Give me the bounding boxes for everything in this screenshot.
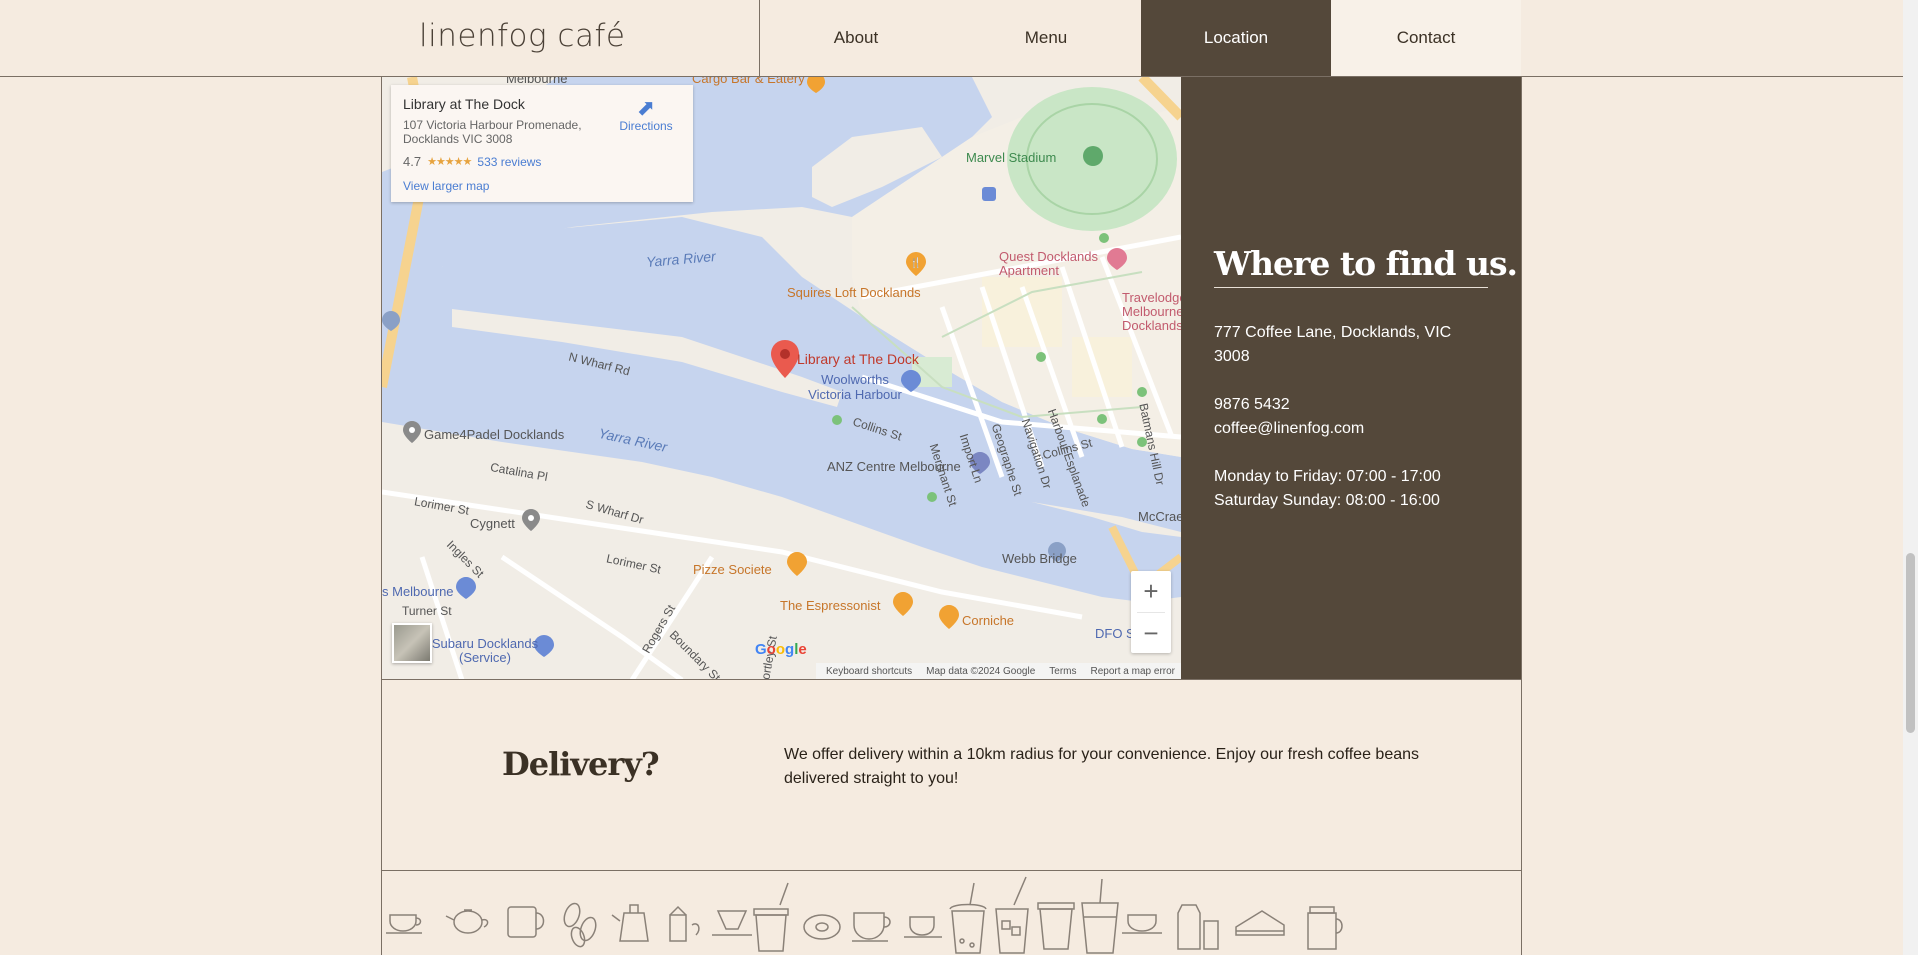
map-label-melbourne-bottom: s Melbourne [382,584,454,599]
nav-contact[interactable]: Contact [1331,0,1521,76]
svg-text:🍴: 🍴 [910,256,922,269]
main-nav: About Menu Location Contact [761,0,1521,76]
place-address: 107 Victoria Harbour Promenade, Dockland… [403,118,582,146]
iced-drink-icon [995,876,1029,954]
map-label-quest: Quest Docklands Apartment [999,249,1098,278]
satellite-toggle[interactable] [392,623,432,663]
teapot-icon [445,909,489,934]
hours-weekend: Saturday Sunday: 08:00 - 16:00 [1214,492,1440,509]
icons-divider [381,870,1522,871]
hours-weekday: Monday to Friday: 07:00 - 17:00 [1214,468,1441,485]
site-header: linenfog café About Menu Location Contac… [381,0,1522,77]
location-title: Where to find us. [1214,244,1518,283]
takeaway-cup-icon [753,882,789,952]
terms-link[interactable]: Terms [1049,666,1076,677]
zoom-in-button[interactable]: + [1131,571,1171,612]
section-divider [381,679,1522,680]
map-label-squires: Squires Loft Docklands [787,285,921,300]
rating-value: 4.7 [403,154,422,169]
map-label-marvel: Marvel Stadium [966,150,1057,165]
keyboard-shortcuts-link[interactable]: Keyboard shortcuts [826,666,912,677]
kettle-icon [611,904,649,942]
directions-button[interactable]: ⬈ Directions [616,95,676,134]
site-logo[interactable]: linenfog café [419,18,625,54]
map-attribution: Keyboard shortcuts Map data ©2024 Google… [815,663,1181,680]
zoom-control: + − [1131,571,1171,653]
map-label-pizze: Pizze Societe [693,562,772,577]
directions-icon: ⬈ [636,95,656,120]
pour-over-icon [712,910,752,936]
location-phone[interactable]: 9876 5432 [1214,393,1484,417]
delivery-text: We offer delivery within a 10km radius f… [784,746,1420,787]
tall-cup-icon [1081,878,1119,954]
bubble-tea-icon [949,882,987,954]
coffee-beans-icon [563,902,597,948]
map-label-dfo: DFO S [1095,626,1135,641]
nav-menu[interactable]: Menu [951,0,1141,76]
map-label-cargo-bar: Cargo Bar & Eatery [692,77,805,86]
place-rating: 4.7 ★★★★★ 533 reviews [403,154,681,169]
donut-icon [803,914,841,940]
google-logo: Google [755,641,807,658]
google-map[interactable]: 🍴 Melbourne Cargo Bar & Eatery Marvel St… [382,77,1181,680]
jar-icon [1307,906,1343,950]
directions-label: Directions [619,119,673,133]
saucer-cup-icon [1122,914,1162,934]
location-panel: Where to find us. 777 Coffee Lane, Dockl… [1181,77,1521,680]
scrollbar-thumb[interactable] [1906,553,1915,733]
delivery-title: Delivery? [502,745,660,783]
location-address: 777 Coffee Lane, Docklands, VIC 3008 [1214,324,1452,365]
reviews-link[interactable]: 533 reviews [477,155,541,169]
view-larger-map-link[interactable]: View larger map [403,179,681,193]
place-info-card: Library at The Dock 107 Victoria Harbour… [391,85,693,202]
shakers-icon [1177,904,1219,950]
page-scrollbar[interactable] [1903,0,1918,955]
map-label-cygnett: Cygnett [470,516,515,531]
cappuccino-cup-icon [852,912,891,942]
map-label-mccrae: McCrae [1138,509,1181,524]
report-error-link[interactable]: Report a map error [1091,666,1175,677]
espresso-cup-icon [386,914,422,934]
milk-carton-icon [669,905,700,942]
map-label-game4padel: Game4Padel Docklands [424,427,565,442]
map-label-woolworths: Woolworths Victoria Harbour [808,372,902,402]
nav-location[interactable]: Location [1141,0,1331,76]
location-title-rule [1214,287,1488,288]
map-label-library: Library at The Dock [797,351,919,367]
map-label-webb: Webb Bridge [1002,551,1077,566]
map-label-subaru: Subaru Docklands (Service) [431,636,539,665]
map-data-text: Map data ©2024 Google [926,666,1036,677]
rating-stars-icon: ★★★★★ [427,156,472,168]
mug-icon [507,906,545,938]
zoom-out-button[interactable]: − [1131,613,1171,654]
logo-cell: linenfog café [381,0,760,76]
location-email[interactable]: coffee@linenfog.com [1214,417,1484,441]
latte-cup-icon [904,916,942,938]
paper-cup-icon [1037,902,1075,950]
coffee-icons-strip [386,876,1343,954]
sandwich-icon [1235,910,1285,936]
map-label-turner: Turner St [402,604,452,618]
map-label-corniche: Corniche [962,613,1015,628]
map-label-espressonist: The Espressonist [780,598,881,613]
nav-about[interactable]: About [761,0,951,76]
map-label-travelodge: Travelodge Melbourne Docklands [1122,290,1181,333]
